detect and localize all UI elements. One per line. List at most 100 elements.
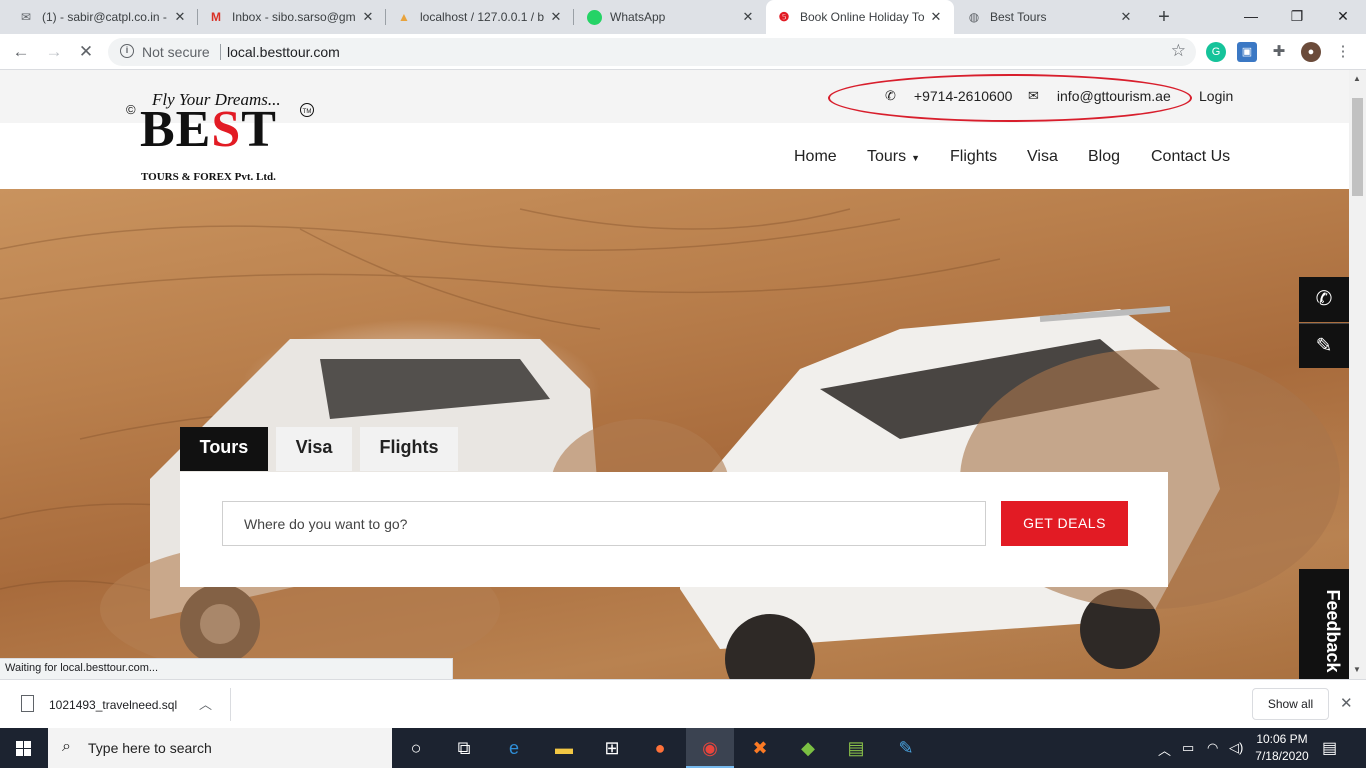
- volume-icon[interactable]: ◁): [1229, 740, 1243, 756]
- show-hidden-icons[interactable]: ︿: [1158, 740, 1171, 759]
- grammarly-icon[interactable]: G: [1206, 42, 1226, 62]
- caret-down-icon: ▼: [911, 153, 921, 163]
- bookmark-star-icon[interactable]: ☆: [1171, 41, 1186, 61]
- close-tab-icon[interactable]: ✕: [360, 9, 376, 25]
- whatsapp-icon: [586, 9, 602, 25]
- avatar[interactable]: ●: [1301, 42, 1321, 62]
- notepad-icon[interactable]: ▤: [832, 728, 880, 768]
- nav-visa[interactable]: Visa: [1027, 148, 1058, 166]
- close-tab-icon[interactable]: ✕: [928, 9, 944, 25]
- tab-title: (1) - sabir@catpl.co.in -: [42, 10, 167, 24]
- security-label[interactable]: Not secure: [142, 44, 210, 60]
- file-explorer-icon[interactable]: ▬: [540, 728, 588, 768]
- hero-banner: Tours Visa Flights GET DEALS ✆ ✎ Feedbac…: [0, 189, 1349, 679]
- git-icon[interactable]: ◆: [784, 728, 832, 768]
- status-bubble: Waiting for local.besttour.com...: [0, 658, 453, 679]
- stop-loading-button[interactable]: ✕: [74, 40, 98, 64]
- file-icon: [21, 695, 34, 712]
- firefox-icon[interactable]: ●: [636, 728, 684, 768]
- windows-logo-icon: [16, 741, 31, 756]
- store-icon[interactable]: ⊞: [588, 728, 636, 768]
- taskbar-search-placeholder: Type here to search: [88, 740, 212, 756]
- call-side-button[interactable]: ✆: [1299, 277, 1349, 322]
- nav-contact-us[interactable]: Contact Us: [1151, 148, 1230, 166]
- tab-title: Inbox - sibo.sarso@gm: [232, 10, 356, 24]
- close-shelf-icon[interactable]: ✕: [1340, 694, 1353, 712]
- logo-text-s: S: [211, 101, 242, 158]
- back-button[interactable]: ←: [9, 40, 33, 64]
- get-deals-button[interactable]: GET DEALS: [1001, 501, 1128, 546]
- tab-title: Best Tours: [990, 10, 1047, 24]
- close-tab-icon[interactable]: ✕: [172, 9, 188, 25]
- info-icon[interactable]: i: [120, 44, 134, 58]
- url-text[interactable]: local.besttour.com: [227, 44, 340, 60]
- scroll-up-arrow[interactable]: ▲: [1353, 74, 1361, 83]
- nav-flights[interactable]: Flights: [950, 148, 997, 166]
- new-tab-button[interactable]: +: [1152, 5, 1176, 29]
- close-tab-icon[interactable]: ✕: [548, 9, 564, 25]
- address-bar[interactable]: i Not secure local.besttour.com ☆: [108, 38, 1196, 66]
- logo-wordmark: BEST: [140, 100, 277, 159]
- wifi-icon[interactable]: ◠: [1207, 740, 1218, 756]
- search-tab-flights[interactable]: Flights: [360, 427, 458, 471]
- close-window-button[interactable]: ✕: [1320, 0, 1366, 34]
- page-scrollbar[interactable]: ▲ ▼: [1349, 70, 1366, 679]
- cortana-icon[interactable]: ○: [392, 728, 440, 768]
- windows-taskbar: ⌕ Type here to search ○ ⧉ e ▬ ⊞ ● ◉ ✖ ◆ …: [0, 728, 1366, 768]
- browser-tab[interactable]: ◍ Best Tours ✕: [956, 0, 1144, 34]
- browser-tab[interactable]: ✉ (1) - sabir@catpl.co.in - ✕: [8, 0, 198, 34]
- trademark-mark: TM: [300, 103, 314, 117]
- clock-time: 10:06 PM: [1256, 732, 1308, 746]
- destination-search-input[interactable]: [222, 501, 986, 546]
- browser-tab[interactable]: M Inbox - sibo.sarso@gm ✕: [198, 0, 386, 34]
- system-clock[interactable]: 10:06 PM 7/18/2020: [1252, 731, 1312, 765]
- start-button[interactable]: [0, 728, 48, 768]
- logo-text-t: T: [241, 101, 277, 158]
- browser-tab-active[interactable]: ❺ Book Online Holiday To ✕: [766, 0, 954, 34]
- nav-home[interactable]: Home: [794, 148, 837, 166]
- edge-icon[interactable]: e: [490, 728, 538, 768]
- highlight-annotation: [828, 74, 1192, 122]
- search-icon: ⌕: [62, 738, 71, 755]
- tab-title: Book Online Holiday To: [800, 10, 925, 24]
- edit-icon: ✎: [1315, 335, 1333, 357]
- phpmyadmin-icon: ▲: [398, 10, 410, 24]
- scroll-thumb[interactable]: [1352, 98, 1363, 196]
- paint-icon[interactable]: ✎: [882, 728, 930, 768]
- xampp-icon[interactable]: ✖: [736, 728, 784, 768]
- notifications-icon[interactable]: ▤: [1322, 738, 1337, 758]
- scroll-down-arrow[interactable]: ▼: [1353, 665, 1361, 674]
- nav-tours[interactable]: Tours ▼: [867, 148, 920, 166]
- feedback-tab[interactable]: Feedback: [1299, 569, 1349, 679]
- maximize-button[interactable]: ❐: [1274, 0, 1320, 34]
- chevron-up-icon[interactable]: ︿: [199, 694, 212, 713]
- forward-button[interactable]: →: [42, 40, 66, 64]
- site-logo[interactable]: Fly Your Dreams... © BEST TM TOURS & FOR…: [126, 90, 316, 186]
- tab-title: WhatsApp: [610, 10, 666, 24]
- logo-subtitle: TOURS & FOREX Pvt. Ltd.: [141, 171, 276, 183]
- puzzle-icon[interactable]: ✚: [1269, 42, 1289, 62]
- browser-tab[interactable]: ▲ localhost / 127.0.0.1 / b ✕: [386, 0, 574, 34]
- menu-icon[interactable]: ⋮: [1333, 42, 1353, 62]
- download-filename[interactable]: 1021493_travelneed.sql: [49, 698, 177, 712]
- page-viewport: ✆ +9714-2610600 ✉ info@gttourism.ae Logi…: [0, 70, 1349, 679]
- task-view-icon[interactable]: ⧉: [440, 728, 488, 768]
- trademark-text: TM: [302, 109, 312, 115]
- site-icon: ❺: [778, 10, 790, 24]
- minimize-button[interactable]: —: [1228, 0, 1274, 34]
- show-all-button[interactable]: Show all: [1252, 688, 1329, 720]
- battery-icon[interactable]: ▭: [1182, 740, 1194, 756]
- browser-tab[interactable]: WhatsApp ✕: [576, 0, 766, 34]
- search-tab-tours[interactable]: Tours: [180, 427, 268, 471]
- close-tab-icon[interactable]: ✕: [1118, 9, 1134, 25]
- close-tab-icon[interactable]: ✕: [740, 9, 756, 25]
- tab-strip: ✉ (1) - sabir@catpl.co.in - ✕ M Inbox - …: [0, 0, 1366, 34]
- feedback-label: Feedback: [1323, 589, 1343, 673]
- login-link[interactable]: Login: [1199, 88, 1233, 104]
- nav-blog[interactable]: Blog: [1088, 148, 1120, 166]
- taskbar-search[interactable]: ⌕ Type here to search: [48, 728, 392, 768]
- extension-icon[interactable]: ▣: [1237, 42, 1257, 62]
- chrome-icon[interactable]: ◉: [686, 728, 734, 768]
- enquiry-side-button[interactable]: ✎: [1299, 323, 1349, 368]
- search-tab-visa[interactable]: Visa: [276, 427, 352, 471]
